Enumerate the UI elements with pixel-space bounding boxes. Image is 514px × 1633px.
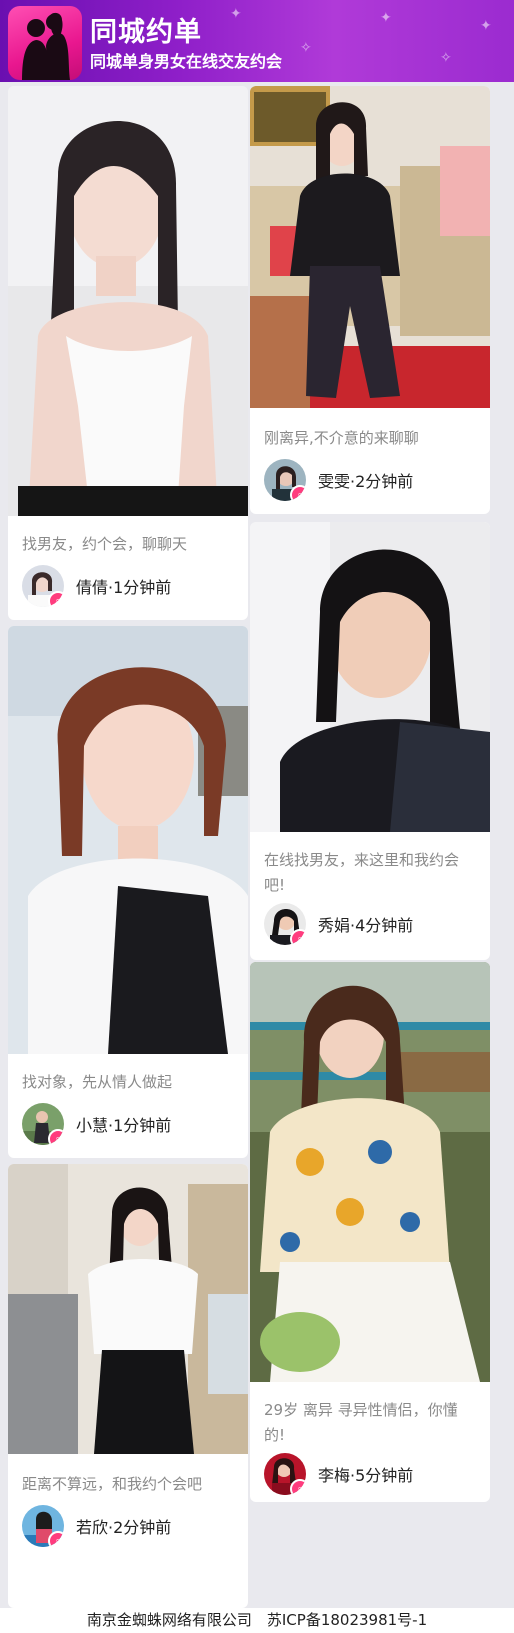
search-magnifier-icon: ⌕ xyxy=(290,485,306,501)
company-footer: 南京金蜘蛛网络有限公司 苏ICP备18023981号-1 xyxy=(0,1608,514,1633)
sparkle-icon: ✦ xyxy=(480,18,492,34)
search-magnifier-icon: ⌕ xyxy=(290,929,306,945)
sparkle-icon: ✦ xyxy=(380,10,392,26)
search-magnifier-icon: ⌕ xyxy=(290,1479,306,1495)
profile-author[interactable]: ⌕ 若欣·2分钟前 xyxy=(22,1504,171,1548)
profile-caption: 距离不算远，和我约个会吧 xyxy=(22,1475,203,1493)
author-label: 小慧·1分钟前 xyxy=(76,1112,171,1136)
author-name: 李梅 xyxy=(318,1466,351,1485)
author-label: 雯雯·2分钟前 xyxy=(318,468,413,492)
profile-card[interactable]: 找男友，约个会，聊聊天 ⌕ 倩倩·1分钟前 xyxy=(8,86,248,620)
profile-author[interactable]: ⌕ 李梅·5分钟前 xyxy=(264,1452,413,1496)
profile-card[interactable]: 在线找男友，来这里和我约会吧! ⌕ 秀娟·4分钟前 xyxy=(250,522,490,960)
profile-caption: 找对象，先从情人做起 xyxy=(22,1073,173,1091)
profile-author[interactable]: ⌕ 雯雯·2分钟前 xyxy=(264,458,413,502)
profile-author[interactable]: ⌕ 小慧·1分钟前 xyxy=(22,1102,171,1146)
profile-caption: 29岁 离异 寻异性情侣，你懂的! xyxy=(264,1401,458,1444)
profile-photo[interactable] xyxy=(8,86,248,516)
profile-author[interactable]: ⌕ 倩倩·1分钟前 xyxy=(22,564,171,608)
profile-photo[interactable] xyxy=(250,962,490,1382)
search-magnifier-icon: ⌕ xyxy=(48,1129,64,1145)
profile-caption: 找男友，约个会，聊聊天 xyxy=(22,535,188,553)
post-time: 1分钟前 xyxy=(113,1116,172,1135)
author-label: 李梅·5分钟前 xyxy=(318,1462,413,1486)
profile-photo[interactable] xyxy=(8,626,248,1054)
profile-author[interactable]: ⌕ 秀娟·4分钟前 xyxy=(264,902,413,946)
author-label: 若欣·2分钟前 xyxy=(76,1514,171,1538)
author-label: 倩倩·1分钟前 xyxy=(76,574,171,598)
profile-caption: 在线找男友，来这里和我约会吧! xyxy=(264,851,460,894)
avatar[interactable]: ⌕ xyxy=(264,903,306,945)
search-magnifier-icon: ⌕ xyxy=(48,591,64,607)
sparkle-icon: ✧ xyxy=(440,50,452,66)
app-title: 同城约单 xyxy=(90,17,202,48)
avatar[interactable]: ⌕ xyxy=(22,565,64,607)
post-time: 4分钟前 xyxy=(355,916,414,935)
author-name: 若欣 xyxy=(76,1518,109,1537)
post-time: 1分钟前 xyxy=(113,578,172,597)
profile-card[interactable]: 29岁 离异 寻异性情侣，你懂的! ⌕ 李梅·5分钟前 xyxy=(250,962,490,1502)
app-logo[interactable] xyxy=(8,6,82,80)
app-header: ✦ ✧ ✦ ✧ ✦ 同城约单 同城单身男女在线交友约会 xyxy=(0,0,514,82)
profile-caption: 刚离异,不介意的来聊聊 xyxy=(264,429,419,447)
sparkle-icon: ✧ xyxy=(300,40,312,56)
couple-silhouette-icon xyxy=(22,12,70,80)
profile-card[interactable]: 刚离异,不介意的来聊聊 ⌕ 雯雯·2分钟前 xyxy=(250,86,490,514)
author-name: 秀娟 xyxy=(318,916,351,935)
profile-photo[interactable] xyxy=(250,86,490,408)
avatar[interactable]: ⌕ xyxy=(22,1505,64,1547)
profile-card[interactable]: 距离不算远，和我约个会吧 ⌕ 若欣·2分钟前 xyxy=(8,1164,248,1608)
search-magnifier-icon: ⌕ xyxy=(48,1531,64,1547)
avatar[interactable]: ⌕ xyxy=(22,1103,64,1145)
avatar[interactable]: ⌕ xyxy=(264,459,306,501)
avatar[interactable]: ⌕ xyxy=(264,1453,306,1495)
sparkle-icon: ✦ xyxy=(230,6,242,22)
post-time: 2分钟前 xyxy=(355,472,414,491)
app-subtitle: 同城单身男女在线交友约会 xyxy=(90,52,283,71)
author-name: 雯雯 xyxy=(318,472,351,491)
author-name: 倩倩 xyxy=(76,578,109,597)
author-label: 秀娟·4分钟前 xyxy=(318,912,413,936)
post-time: 5分钟前 xyxy=(355,1466,414,1485)
profile-card[interactable]: 找对象，先从情人做起 ⌕ 小慧·1分钟前 xyxy=(8,626,248,1158)
author-name: 小慧 xyxy=(76,1116,109,1135)
profile-photo[interactable] xyxy=(250,522,490,832)
profile-photo[interactable] xyxy=(8,1164,248,1454)
post-time: 2分钟前 xyxy=(113,1518,172,1537)
